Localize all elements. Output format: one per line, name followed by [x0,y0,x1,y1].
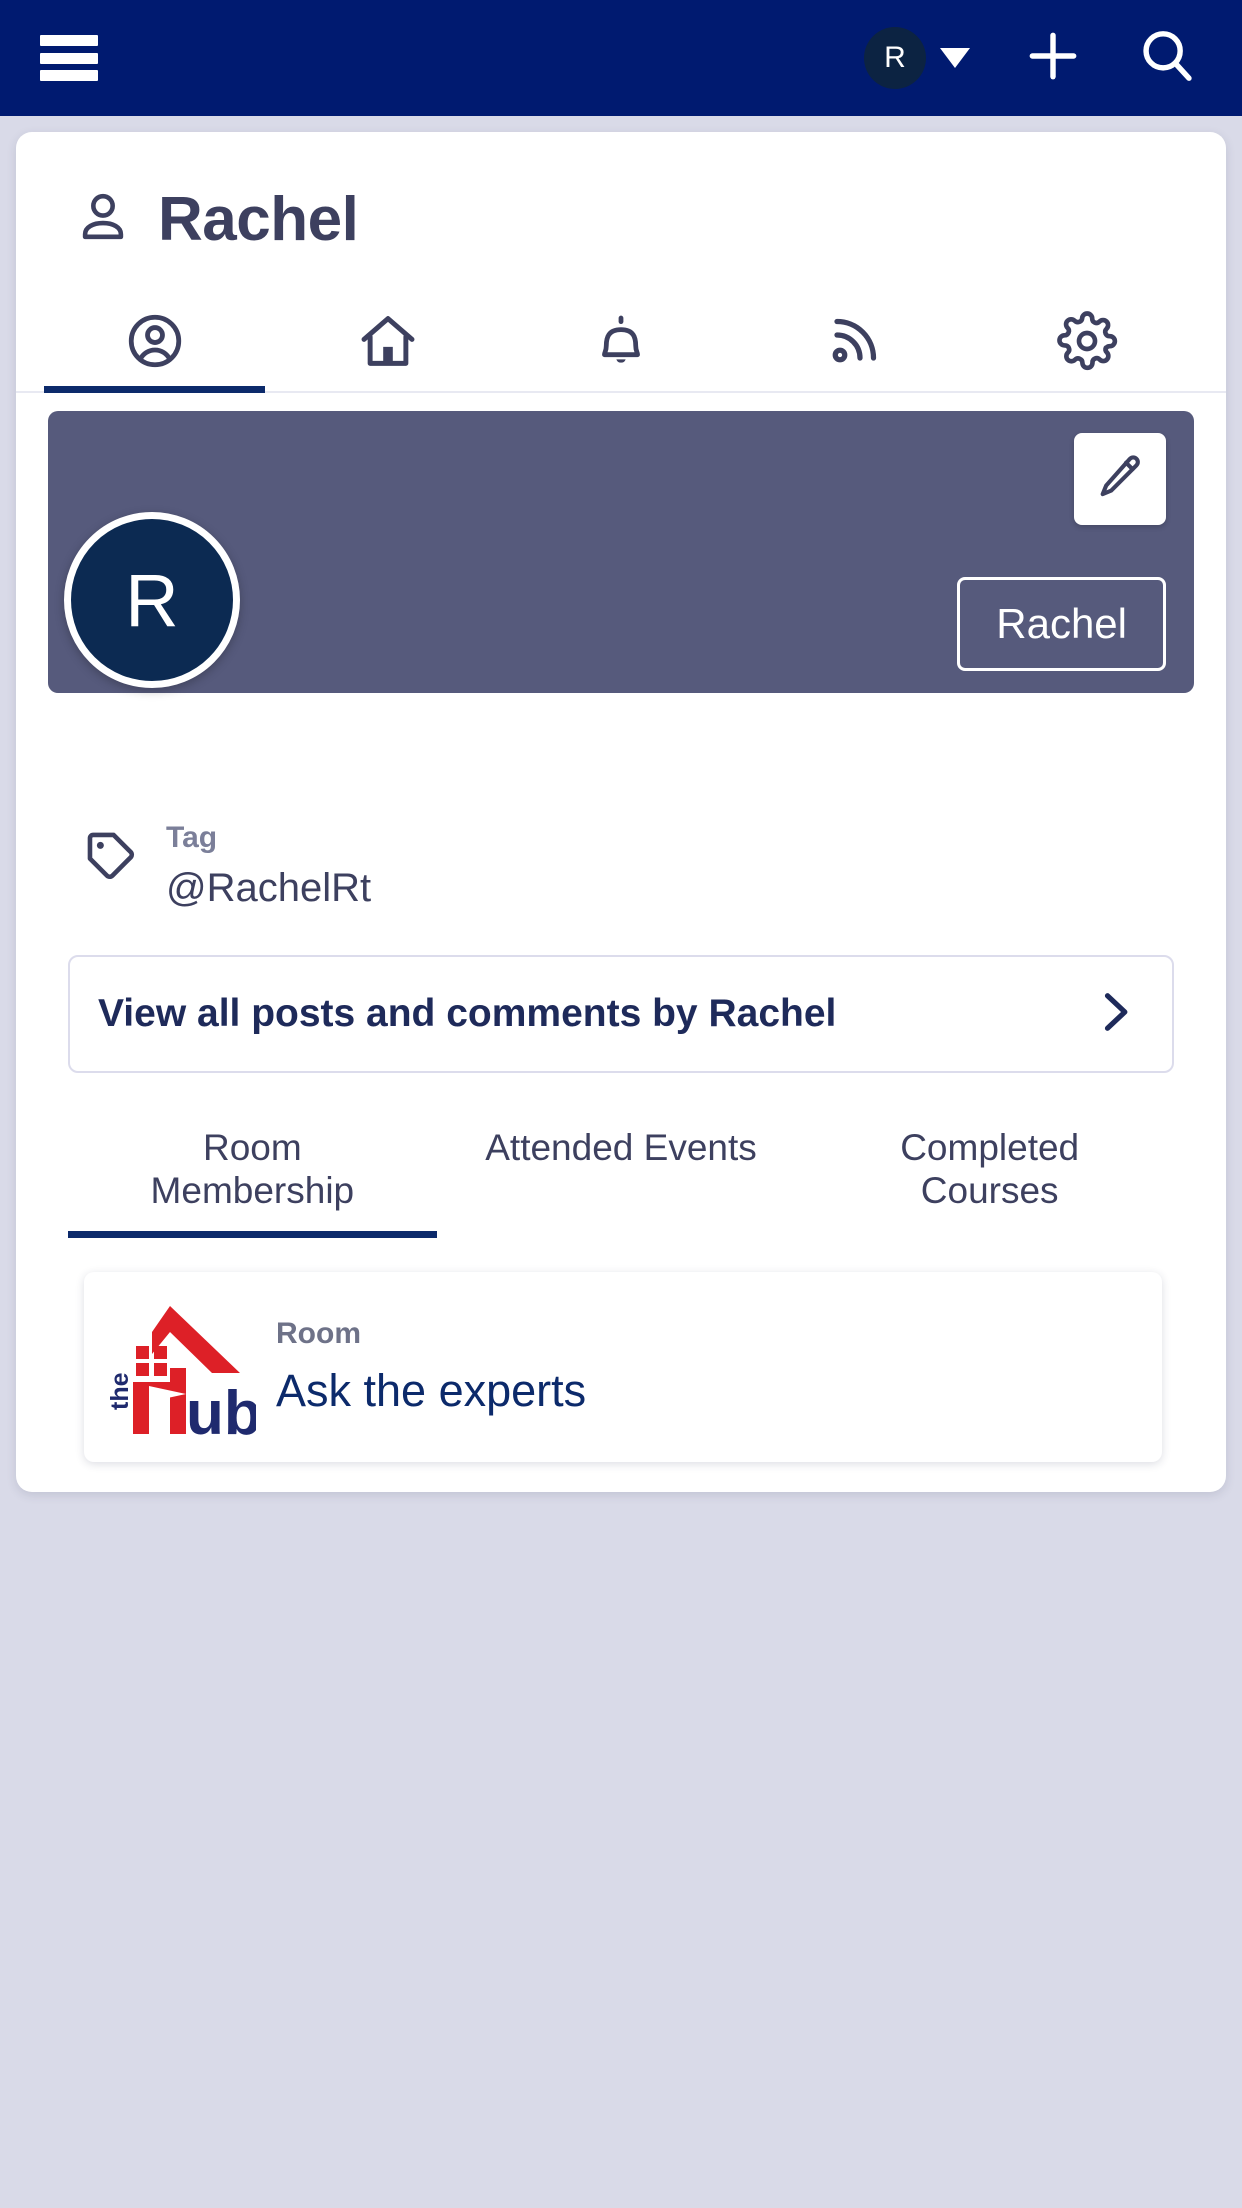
user-menu-button[interactable]: R [864,27,970,89]
profile-sub-tab-bar: Room Membership Attended Events Complete… [68,1127,1174,1239]
hamburger-bar [40,70,98,81]
sub-tab-label-line2: Courses [920,1169,1059,1211]
cover-name-badge[interactable]: Rachel [957,577,1166,671]
sub-tab-label-line2: Membership [150,1169,355,1211]
plus-icon[interactable] [1022,25,1084,92]
sub-tab-label-line1: Attended Events [485,1127,757,1168]
sub-tab-attended-events[interactable]: Attended Events [437,1127,806,1238]
avatar: R [864,27,926,89]
sub-tab-label-line1: Room [202,1127,302,1168]
top-app-bar: R [0,0,1242,116]
view-all-posts-label: View all posts and comments by Rachel [98,992,837,1035]
the-hub-logo: the ub [106,1298,262,1448]
hamburger-menu-icon[interactable] [40,35,98,81]
sub-tab-room-membership[interactable]: Room Membership [68,1127,437,1239]
bell-icon [590,310,652,377]
profile-avatar[interactable]: R [64,512,240,688]
person-icon [74,188,132,251]
tag-icon [82,827,140,890]
svg-text:ub: ub [186,1379,256,1436]
gear-icon [1056,310,1118,377]
page-body: Rachel Rachel R Tag @RachelRt View all p… [0,116,1242,1508]
svg-text:the: the [108,1372,134,1410]
hamburger-bar [40,52,98,64]
pencil-edit-icon [1094,451,1146,508]
tab-notifications[interactable] [504,295,737,391]
tab-profile[interactable] [38,295,271,393]
avatar-container: R [16,512,1226,789]
room-name: Ask the experts [276,1365,587,1417]
tab-feed[interactable] [738,295,971,391]
sub-tab-completed-courses[interactable]: Completed Courses [805,1127,1174,1238]
room-type-label: Room [276,1317,361,1351]
chevron-right-icon [1088,986,1140,1043]
search-icon[interactable] [1136,25,1198,92]
profile-card: Rachel Rachel R Tag @RachelRt View all p… [16,132,1226,1493]
tag-text-block: Tag @RachelRt [166,815,371,911]
tab-settings[interactable] [971,295,1204,391]
tag-label: Tag [166,821,218,854]
hamburger-bar [40,35,98,46]
page-title-label: Rachel [158,185,359,254]
sub-tab-label-line1: Completed [900,1127,1080,1168]
home-icon [356,309,420,378]
chevron-down-icon [940,48,970,68]
rss-feed-icon [824,311,884,376]
view-all-posts-button[interactable]: View all posts and comments by Rachel [68,955,1174,1073]
edit-cover-button[interactable] [1074,433,1166,525]
tab-home[interactable] [271,295,504,391]
page-title: Rachel [16,132,1226,255]
user-circle-icon [124,310,186,377]
room-list-item[interactable]: the ub Room Ask the experts [84,1272,1162,1463]
profile-tab-bar [16,295,1226,393]
top-app-bar-actions: R [864,25,1198,92]
tag-section: Tag @RachelRt [16,789,1226,911]
room-text-block: Room Ask the experts [276,1317,586,1417]
tag-handle: @RachelRt [166,866,372,910]
